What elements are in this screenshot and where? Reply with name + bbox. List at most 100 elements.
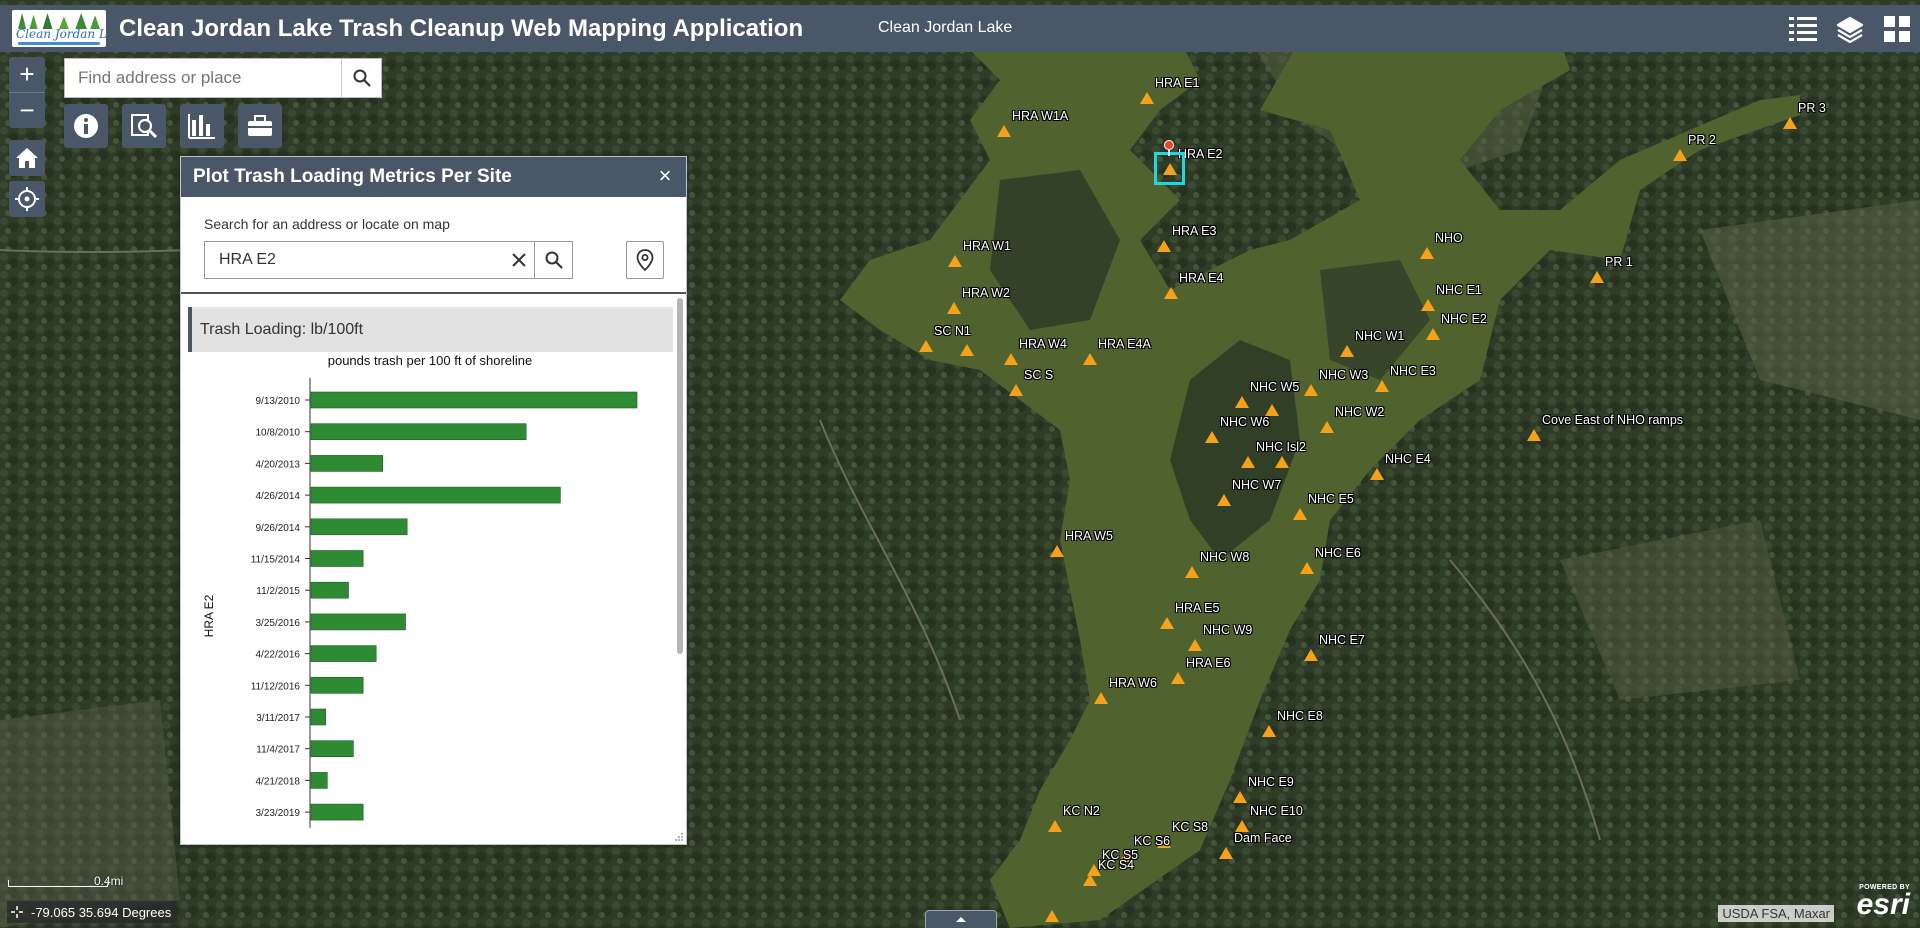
site-label: SC S: [1024, 368, 1054, 382]
triangle-marker-icon: [1420, 247, 1434, 259]
panel-search-input[interactable]: [205, 242, 504, 278]
chart-category-label: 9/13/2010: [256, 396, 301, 407]
site-label: NHC E10: [1250, 804, 1303, 818]
site-label: NHC W2: [1335, 405, 1385, 419]
site-label: KC S4: [1098, 858, 1135, 872]
site-label: NHC E2: [1441, 312, 1487, 326]
chart-section-header: Trash Loading: lb/100ft: [188, 307, 673, 352]
site-label: NHC W5: [1250, 380, 1300, 394]
zoom-out-button[interactable]: −: [9, 92, 45, 127]
triangle-marker-icon: [1009, 384, 1023, 396]
app-grid-button[interactable]: [1873, 5, 1920, 52]
chart-category-label: 4/26/2014: [256, 491, 301, 502]
chart-bar: [310, 518, 408, 536]
query-widget-button[interactable]: [122, 104, 166, 148]
panel-search: [204, 241, 573, 279]
chart-widget-button[interactable]: [180, 104, 224, 148]
esri-logo[interactable]: POWERED BY esri: [1856, 884, 1910, 921]
site-label: NHC W8: [1200, 550, 1250, 564]
map-search-button[interactable]: [341, 59, 381, 97]
chart-bar: [310, 486, 561, 504]
zoom-control: + −: [9, 57, 45, 128]
triangle-marker-icon: [1217, 494, 1231, 506]
scale-bar-label: 0.4mi: [94, 874, 124, 888]
clear-search-button[interactable]: [504, 242, 534, 278]
esri-wordmark: esri: [1856, 888, 1910, 921]
chart-bar: [310, 391, 638, 409]
crosshair-icon: [11, 906, 23, 918]
locate-button[interactable]: [9, 181, 45, 217]
site-label: PR 2: [1688, 133, 1716, 147]
site-label: Cove East of NHO ramps: [1542, 413, 1684, 427]
pick-on-map-button[interactable]: [626, 241, 664, 279]
query-icon: [131, 114, 158, 139]
triangle-marker-icon: [1083, 874, 1097, 886]
chart-category-label: 3/23/2019: [256, 808, 301, 819]
toolbox-widget-button[interactable]: [238, 104, 282, 148]
site-label: NHO: [1435, 231, 1463, 245]
site-label: Dam Face: [1234, 831, 1292, 845]
triangle-marker-icon: [1185, 566, 1199, 578]
site-label: KC N2: [1063, 804, 1100, 818]
site-label: NHC E7: [1319, 633, 1365, 647]
triangle-marker-icon: [1083, 353, 1097, 365]
site-label: NHC W3: [1319, 368, 1369, 382]
site-label: NHC E3: [1390, 364, 1436, 378]
results-scroll-area[interactable]: Trash Loading: lb/100ft pounds trash per…: [181, 294, 686, 844]
site-label: HRA E3: [1172, 224, 1217, 238]
plot-metrics-panel: Plot Trash Loading Metrics Per Site × Se…: [180, 156, 687, 845]
site-label: HRA E4: [1179, 271, 1224, 285]
chart-category-label: 3/11/2017: [256, 713, 300, 724]
chart-bar: [310, 708, 326, 726]
bottom-panel-expand-button[interactable]: [925, 910, 997, 928]
info-icon: [74, 114, 98, 138]
toolbox-icon: [248, 115, 272, 136]
site-label: NHC E4: [1385, 452, 1431, 466]
chart-bar: [310, 645, 377, 662]
triangle-marker-icon: [1304, 649, 1318, 661]
site-label: HRA E6: [1186, 656, 1231, 670]
info-widget-button[interactable]: [64, 104, 108, 148]
chart-category-label: 11/4/2017: [256, 745, 300, 756]
site-label: PR 1: [1605, 255, 1633, 269]
triangle-marker-icon: [1262, 725, 1276, 737]
triangle-marker-icon: [1370, 468, 1384, 480]
site-label: HRA W2: [962, 286, 1010, 300]
home-button[interactable]: [9, 140, 45, 176]
site-label: HRA E4A: [1098, 337, 1151, 351]
triangle-marker-icon: [1233, 791, 1247, 803]
triangle-marker-icon: [1164, 287, 1178, 299]
triangle-marker-icon: [1375, 380, 1389, 392]
panel-close-button[interactable]: ×: [654, 165, 676, 187]
legend-button[interactable]: [1779, 5, 1826, 52]
triangle-marker-icon: [1157, 240, 1171, 252]
app-logo: Clean Jordan Lake: [12, 10, 106, 47]
coordinate-readout[interactable]: -79.065 35.694 Degrees: [7, 901, 178, 923]
site-label: HRA E1: [1155, 76, 1200, 90]
site-label: KC S6: [1134, 834, 1171, 848]
chart-category-label: 3/25/2016: [256, 618, 301, 629]
results-scrollbar[interactable]: [677, 294, 683, 844]
triangle-marker-icon: [1188, 639, 1202, 651]
zoom-in-button[interactable]: +: [9, 57, 45, 92]
panel-search-button[interactable]: [534, 242, 572, 278]
close-icon: [512, 253, 526, 267]
site-label: NHC E6: [1315, 546, 1361, 560]
site-label: NHC W7: [1232, 478, 1282, 492]
map-attribution[interactable]: USDA FSA, Maxar: [1718, 905, 1834, 922]
triangle-marker-icon: [947, 302, 961, 314]
map-search-input[interactable]: [65, 59, 341, 97]
layers-button[interactable]: [1826, 5, 1873, 52]
triangle-marker-icon: [1241, 456, 1255, 468]
crosshair-icon: [15, 187, 39, 211]
chart-bar: [310, 676, 364, 694]
triangle-marker-icon: [1205, 431, 1219, 443]
site-label: NHC E9: [1248, 775, 1294, 789]
resize-grip-icon[interactable]: [674, 832, 684, 842]
triangle-marker-icon: [1171, 672, 1185, 684]
chart-bar: [310, 455, 384, 472]
panel-title: Plot Trash Loading Metrics Per Site: [193, 166, 512, 187]
map-search: [64, 58, 382, 98]
site-label: HRA W5: [1065, 529, 1113, 543]
app-subtitle: Clean Jordan Lake: [878, 19, 1013, 36]
